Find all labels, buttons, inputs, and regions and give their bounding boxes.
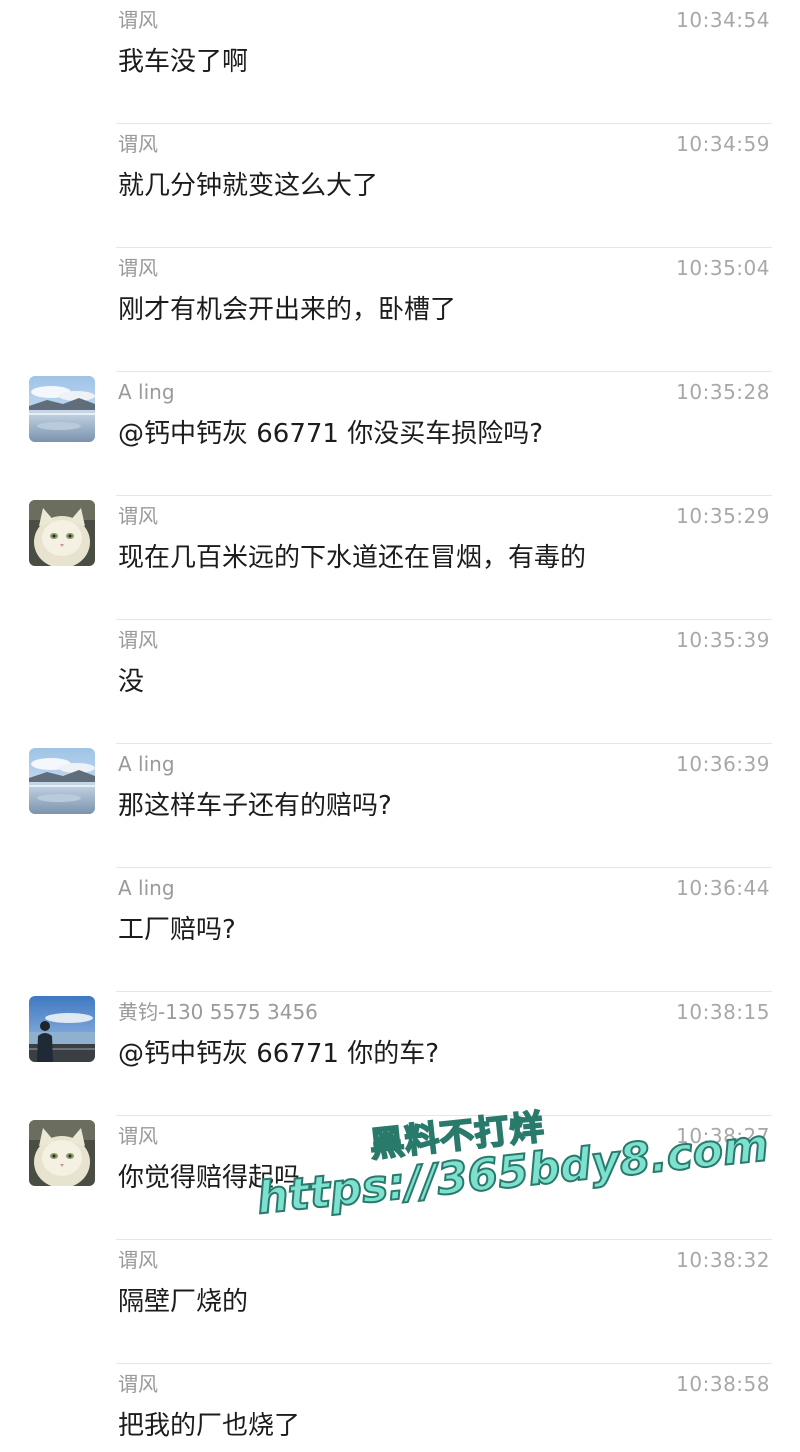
message-time: 10:36:39 (676, 752, 770, 776)
lake-landscape-icon (29, 748, 95, 814)
avatar-white-cat[interactable] (29, 500, 95, 566)
message-item[interactable]: 谓风 10:38:58 把我的厂也烧了 (0, 1364, 800, 1452)
message-text: 刚才有机会开出来的，卧槽了 (118, 295, 457, 325)
message-time: 10:36:44 (676, 876, 770, 900)
message-text: 现在几百米远的下水道还在冒烟，有毒的 (118, 543, 587, 573)
message-sender[interactable]: 谓风 (118, 1248, 158, 1272)
message-time: 10:35:04 (676, 256, 770, 280)
message-text: 隔壁厂烧的 (118, 1287, 249, 1317)
lake-landscape-icon (29, 376, 95, 442)
message-sender[interactable]: 谓风 (118, 132, 158, 156)
message-sender[interactable]: 黄钧-130 5575 3456 (118, 1000, 318, 1024)
message-sender[interactable]: 谓风 (118, 504, 158, 528)
avatar-person-by-sea[interactable] (29, 996, 95, 1062)
message-text: 工厂赔吗? (118, 915, 236, 945)
message-text: 那这样车子还有的赔吗? (118, 791, 392, 821)
message-item[interactable]: 谓风 10:35:29 现在几百米远的下水道还在冒烟，有毒的 (0, 496, 800, 620)
message-text: 就几分钟就变这么大了 (118, 171, 379, 201)
message-text: @钙中钙灰 66771 你的车? (118, 1039, 440, 1069)
chat-history: 谓风 10:34:54 我车没了啊 谓风 10:34:59 就几分钟就变这么大了… (0, 0, 800, 1452)
message-sender[interactable]: A ling (118, 380, 175, 404)
avatar-lake-landscape[interactable] (29, 748, 95, 814)
message-time: 10:38:32 (676, 1248, 770, 1272)
message-item[interactable]: 谓风 10:38:32 隔壁厂烧的 (0, 1240, 800, 1364)
message-sender[interactable]: 谓风 (118, 1372, 158, 1396)
message-item[interactable]: 谓风 10:34:54 我车没了啊 (0, 0, 800, 124)
message-time: 10:35:29 (676, 504, 770, 528)
message-time: 10:38:58 (676, 1372, 770, 1396)
message-item[interactable]: 谓风 10:34:59 就几分钟就变这么大了 (0, 124, 800, 248)
message-text: @钙中钙灰 66771 你没买车损险吗? (118, 419, 544, 449)
message-sender[interactable]: A ling (118, 876, 175, 900)
message-item[interactable]: 谓风 10:38:27 你觉得赔得起吗 (0, 1116, 800, 1240)
message-time: 10:35:39 (676, 628, 770, 652)
message-sender[interactable]: A ling (118, 752, 175, 776)
white-cat-icon (29, 500, 95, 566)
avatar-white-cat[interactable] (29, 1120, 95, 1186)
message-text: 你觉得赔得起吗 (118, 1163, 301, 1193)
message-time: 10:35:28 (676, 380, 770, 404)
white-cat-icon (29, 1120, 95, 1186)
message-item[interactable]: A ling 10:36:39 那这样车子还有的赔吗? (0, 744, 800, 868)
message-sender[interactable]: 谓风 (118, 8, 158, 32)
message-time: 10:38:27 (676, 1124, 770, 1148)
message-sender[interactable]: 谓风 (118, 628, 158, 652)
message-item[interactable]: A ling 10:36:44 工厂赔吗? (0, 868, 800, 992)
message-item[interactable]: A ling 10:35:28 @钙中钙灰 66771 你没买车损险吗? (0, 372, 800, 496)
message-item[interactable]: 谓风 10:35:04 刚才有机会开出来的，卧槽了 (0, 248, 800, 372)
message-sender[interactable]: 谓风 (118, 256, 158, 280)
message-time: 10:34:59 (676, 132, 770, 156)
message-time: 10:38:15 (676, 1000, 770, 1024)
message-sender[interactable]: 谓风 (118, 1124, 158, 1148)
message-item[interactable]: 谓风 10:35:39 没 (0, 620, 800, 744)
message-item[interactable]: 黄钧-130 5575 3456 10:38:15 @钙中钙灰 66771 你的… (0, 992, 800, 1116)
message-time: 10:34:54 (676, 8, 770, 32)
message-text: 把我的厂也烧了 (118, 1411, 301, 1441)
avatar-lake-landscape[interactable] (29, 376, 95, 442)
person-by-sea-icon (29, 996, 95, 1062)
message-text: 我车没了啊 (118, 47, 249, 77)
message-text: 没 (118, 667, 145, 697)
